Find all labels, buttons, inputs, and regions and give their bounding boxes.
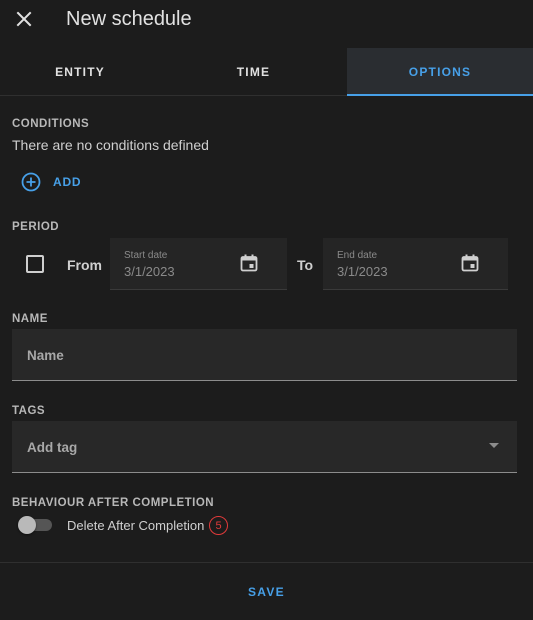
tab-entity[interactable]: ENTITY: [0, 48, 160, 95]
add-condition-label: ADD: [53, 175, 82, 189]
annotation-badge: 5: [209, 516, 228, 535]
end-date-value: 3/1/2023: [337, 264, 388, 279]
close-button[interactable]: [12, 7, 36, 31]
start-date-value: 3/1/2023: [124, 264, 175, 279]
name-placeholder: Name: [27, 348, 64, 363]
tab-options[interactable]: OPTIONS: [347, 48, 533, 96]
no-conditions-text: There are no conditions defined: [12, 137, 209, 153]
save-button[interactable]: SAVE: [0, 563, 533, 620]
to-label: To: [297, 257, 314, 273]
end-date-field[interactable]: End date 3/1/2023: [323, 238, 508, 290]
from-label: From: [67, 257, 102, 273]
conditions-label: CONDITIONS: [12, 118, 90, 130]
calendar-icon[interactable]: [461, 254, 479, 272]
dropdown-arrow-icon: [489, 443, 499, 448]
add-condition-button[interactable]: ADD: [21, 170, 81, 194]
start-date-field[interactable]: Start date 3/1/2023: [110, 238, 287, 290]
period-checkbox[interactable]: [26, 255, 44, 273]
start-date-label: Start date: [124, 250, 168, 261]
toggle-thumb: [18, 516, 36, 534]
save-label: SAVE: [248, 584, 285, 599]
tab-bar: ENTITY TIME OPTIONS: [0, 48, 533, 96]
tags-label: TAGS: [12, 405, 46, 417]
calendar-icon[interactable]: [240, 254, 258, 272]
dialog-title: New schedule: [66, 8, 192, 30]
name-label: NAME: [12, 313, 48, 325]
plus-circle-icon: [21, 172, 41, 192]
period-label: PERIOD: [12, 221, 60, 233]
end-date-label: End date: [337, 250, 378, 261]
tags-placeholder: Add tag: [27, 440, 78, 455]
dialog-header: New schedule: [0, 0, 533, 48]
delete-after-completion-toggle[interactable]: [18, 515, 54, 535]
schedule-dialog: New schedule ENTITY TIME OPTIONS CONDITI…: [0, 0, 533, 620]
tab-time[interactable]: TIME: [160, 48, 347, 95]
tags-select[interactable]: Add tag: [12, 421, 517, 473]
name-input[interactable]: Name: [12, 329, 517, 381]
close-icon: [16, 11, 32, 27]
behaviour-label: BEHAVIOUR AFTER COMPLETION: [12, 497, 215, 509]
delete-after-completion-label: Delete After Completion: [67, 518, 205, 533]
